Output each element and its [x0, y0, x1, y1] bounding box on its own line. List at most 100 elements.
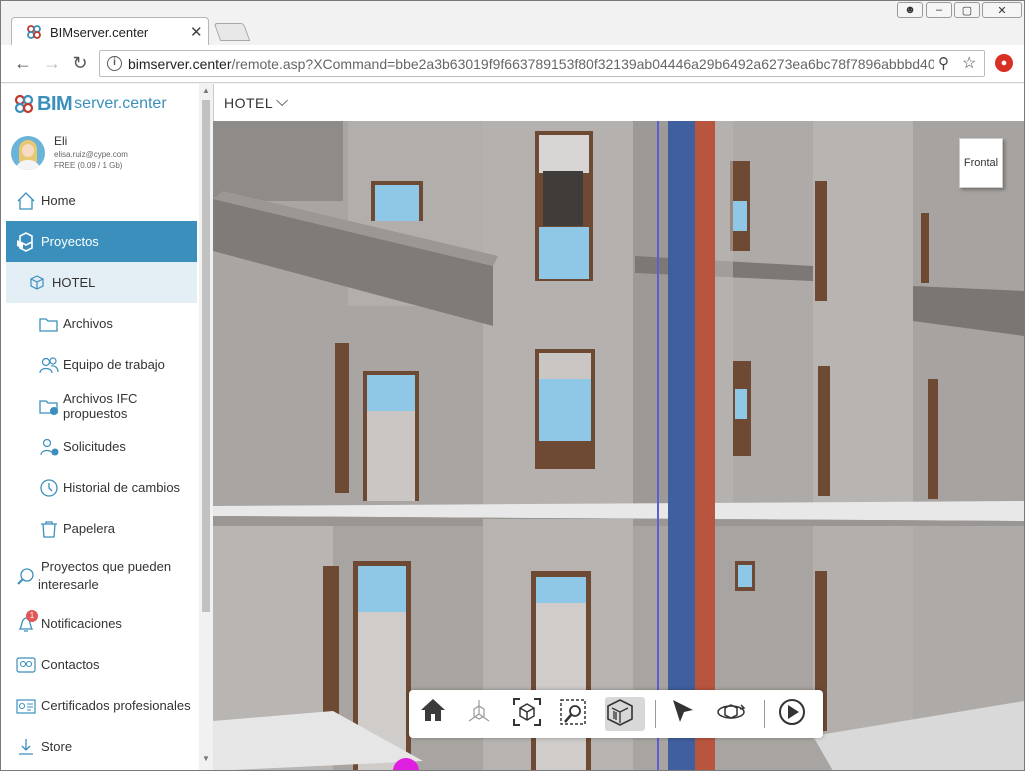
zoom-extents-icon: [513, 698, 541, 726]
user-email: elisa.ruiz@cype.com: [54, 150, 128, 159]
extension-icon[interactable]: ●: [995, 54, 1013, 72]
contacts-icon: [16, 657, 36, 673]
cube-icon: [30, 275, 44, 290]
sidebar-item-proyectos[interactable]: Proyectos: [6, 221, 197, 262]
title-bar: BIMserver.center ✕ ☻ – ▢ ✕: [1, 1, 1024, 45]
zoom-icon[interactable]: ⚲: [938, 54, 949, 72]
section-box-button[interactable]: [605, 697, 645, 731]
user-request-icon: [40, 438, 59, 456]
3d-viewport[interactable]: Frontal: [213, 121, 1024, 771]
user-plan: FREE (0.09 / 1 Gb): [54, 161, 123, 170]
orbit-button[interactable]: [716, 697, 750, 731]
certificate-icon: [16, 699, 36, 714]
sidebar-item-ifc[interactable]: Archivos IFC propuestos: [6, 385, 197, 426]
sidebar-item-label: Notificaciones: [41, 616, 122, 631]
viewer-header: HOTEL ⌵: [213, 84, 1024, 121]
logo-suffix: server.center: [74, 95, 167, 112]
back-arrow-icon[interactable]: ←: [12, 53, 34, 74]
sidebar-item-label: Equipo de trabajo: [63, 357, 165, 372]
info-icon[interactable]: i: [107, 56, 122, 71]
bimserver-favicon-icon: [27, 25, 41, 39]
user-name: Eli: [54, 134, 68, 148]
sidebar-item-contactos[interactable]: Contactos: [6, 644, 197, 685]
toolbar-divider: [764, 700, 765, 728]
orbit-icon: [717, 704, 746, 719]
scroll-up-arrow-icon[interactable]: ▲: [202, 86, 210, 95]
sidebar-item-store[interactable]: Store: [6, 726, 197, 767]
sidebar-item-label: Papelera: [63, 521, 116, 536]
sidebar-item-solicitudes[interactable]: Solicitudes: [6, 426, 197, 467]
sidebar-item-label: Contactos: [41, 657, 100, 672]
section-box-icon: [607, 699, 633, 726]
store-download-icon: [19, 739, 33, 755]
notification-count-badge: 1: [26, 610, 38, 622]
team-icon: [39, 357, 59, 374]
select-button[interactable]: [669, 697, 703, 731]
sidebar-item-label: Historial de cambios: [63, 480, 181, 495]
trash-icon: [41, 521, 57, 538]
sidebar-item-equipo[interactable]: Equipo de trabajo: [6, 344, 197, 385]
browser-tab[interactable]: BIMserver.center ✕: [11, 17, 209, 45]
sidebar-item-label: Archivos IFC propuestos: [63, 390, 138, 421]
sidebar-item-notificaciones[interactable]: 1 Notificaciones: [6, 603, 197, 644]
axes-button[interactable]: [465, 697, 499, 731]
browser-toolbar: ← → ↻ i bimserver.center/remote.asp?XCom…: [1, 45, 1024, 83]
cubes-icon: [17, 232, 33, 252]
close-window-button[interactable]: ✕: [982, 2, 1022, 18]
viewer-panel: HOTEL ⌵ Frontal: [213, 84, 1024, 771]
view-cube[interactable]: Frontal: [959, 138, 1003, 188]
home-icon: [421, 699, 445, 721]
toolbar-divider: [655, 700, 656, 728]
play-button[interactable]: [777, 697, 811, 731]
reload-icon[interactable]: ↻: [69, 53, 91, 74]
logo-bim: BIM: [37, 92, 73, 115]
folder-icon: [39, 318, 58, 332]
zoom-window-icon: [560, 699, 586, 725]
sidebar-item-label: Store: [41, 739, 73, 754]
sidebar-item-interesar[interactable]: Proyectos que pueden interesarle: [6, 554, 197, 594]
close-tab-icon[interactable]: ✕: [190, 23, 203, 41]
sidebar-item-label-line2: interesarle: [38, 577, 99, 592]
sidebar-item-certificados[interactable]: Certificados profesionales: [6, 685, 197, 726]
zoom-extents-button[interactable]: [512, 697, 546, 731]
home-outline-icon: [17, 192, 35, 210]
chevron-down-icon[interactable]: ⌵: [276, 93, 288, 111]
bimserver-logo-icon: [14, 94, 34, 114]
sidebar-item-historial[interactable]: Historial de cambios: [6, 467, 197, 508]
zoom-window-button[interactable]: [558, 697, 592, 731]
new-tab-button[interactable]: [213, 23, 251, 41]
building-model-render[interactable]: [213, 121, 1024, 771]
sidebar-item-label: Certificados profesionales: [41, 698, 191, 713]
url-text[interactable]: bimserver.center/remote.asp?XCommand=bbe…: [128, 56, 934, 72]
browser-window: BIMserver.center ✕ ☻ – ▢ ✕ ← → ↻ i bimse…: [0, 0, 1025, 771]
maximize-button[interactable]: ▢: [954, 2, 980, 18]
scroll-down-arrow-icon[interactable]: ▼: [202, 754, 210, 763]
play-icon: [779, 699, 805, 725]
minimize-button[interactable]: –: [926, 2, 952, 18]
sidebar: BIM server.center Eli elisa.ruiz@cype.co…: [1, 84, 213, 770]
page-content: BIM server.center Eli elisa.ruiz@cype.co…: [1, 84, 1024, 771]
forward-arrow-icon[interactable]: →: [41, 53, 63, 74]
tab-title: BIMserver.center: [50, 25, 149, 40]
sidebar-item-label: Proyectos que pueden: [41, 559, 172, 574]
sidebar-item-papelera[interactable]: Papelera: [6, 508, 197, 549]
profile-icon[interactable]: ☻: [897, 2, 923, 18]
viewer-toolbar: [409, 690, 823, 738]
address-bar[interactable]: i bimserver.center/remote.asp?XCommand=b…: [99, 50, 985, 77]
sidebar-scrollbar[interactable]: ▲ ▼: [199, 84, 213, 770]
sidebar-item-home[interactable]: Home: [6, 180, 197, 221]
sidebar-item-label: Proyectos: [41, 234, 99, 249]
scrollbar-thumb[interactable]: [202, 100, 210, 612]
home-view-button[interactable]: [419, 697, 453, 731]
bookmark-star-icon[interactable]: ☆: [962, 53, 976, 73]
avatar[interactable]: [11, 136, 45, 170]
project-selector-label[interactable]: HOTEL: [224, 95, 273, 111]
sidebar-item-hotel[interactable]: HOTEL: [6, 262, 197, 303]
select-icon: [673, 700, 693, 722]
sidebar-item-label: Home: [41, 193, 76, 208]
sidebar-item-archivos[interactable]: Archivos: [6, 303, 197, 344]
search-cube-icon: [17, 568, 34, 585]
sidebar-item-label: Archivos: [63, 316, 113, 331]
sidebar-item-label: HOTEL: [52, 275, 96, 290]
bimserver-logo[interactable]: BIM server.center: [14, 92, 167, 116]
